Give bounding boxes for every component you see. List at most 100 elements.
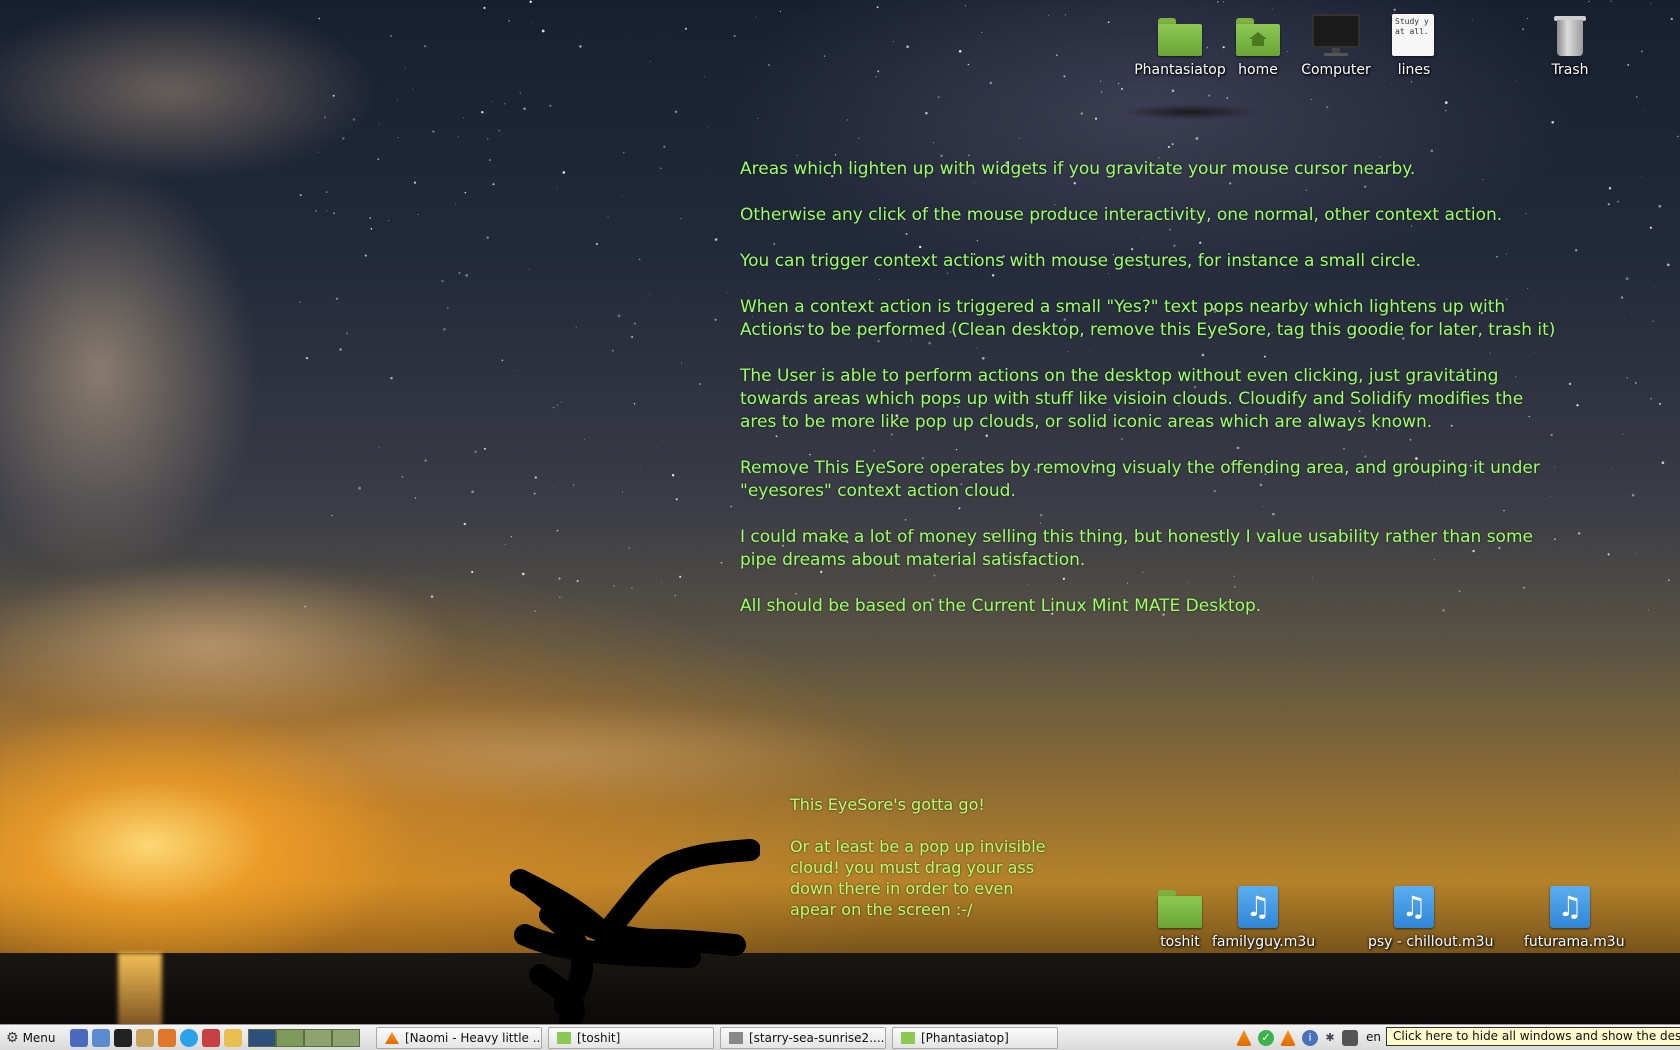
star <box>823 55 826 57</box>
star <box>443 327 446 331</box>
star <box>1658 204 1662 208</box>
star <box>560 401 563 403</box>
star <box>703 76 705 78</box>
menu-label: Menu <box>22 1031 56 1045</box>
launcher-firefox-icon[interactable] <box>158 1029 176 1047</box>
star <box>358 486 361 490</box>
desktop-notes: Areas which lighten up with widgets if y… <box>740 158 1560 641</box>
star <box>483 447 486 450</box>
star <box>1515 79 1517 81</box>
star <box>981 31 983 33</box>
star <box>1661 461 1665 465</box>
star <box>757 118 759 120</box>
shield-icon[interactable]: i <box>1302 1030 1318 1046</box>
star <box>967 63 970 66</box>
taskbar-window-phantasiatop[interactable]: [Phantasiatop] <box>892 1027 1058 1049</box>
launcher-skype-icon[interactable] <box>180 1029 198 1047</box>
network-icon[interactable] <box>1342 1030 1358 1046</box>
star <box>558 577 561 580</box>
star <box>661 581 662 583</box>
star <box>369 217 371 219</box>
star <box>613 585 615 587</box>
taskbar-window-vlc[interactable]: [Naomi - Heavy little ... <box>376 1027 542 1049</box>
star <box>1577 532 1581 535</box>
star <box>504 544 506 546</box>
star <box>1080 112 1084 115</box>
star <box>390 35 392 37</box>
star <box>1310 98 1312 100</box>
desktop-icon-lines[interactable]: Study y at all. lines <box>1368 14 1460 78</box>
star <box>583 438 585 440</box>
star <box>858 137 860 140</box>
star <box>326 210 328 212</box>
star <box>628 547 631 550</box>
workspace-4[interactable] <box>332 1029 360 1047</box>
desktop-icon-label: psy - chillout.m3u <box>1368 934 1494 950</box>
star <box>1610 468 1612 470</box>
star <box>447 307 449 309</box>
star <box>575 326 577 328</box>
keyboard-layout-indicator[interactable]: en <box>1366 1030 1381 1044</box>
star <box>1625 277 1629 281</box>
launcher-browser-icon[interactable] <box>92 1029 110 1047</box>
star <box>519 92 521 94</box>
star <box>726 292 728 294</box>
star <box>622 491 623 493</box>
star <box>680 362 682 364</box>
desktop-icon-futurama[interactable]: ♫ futurama.m3u <box>1524 886 1625 950</box>
star <box>417 214 419 216</box>
desktop-icon-familyguy[interactable]: ♫ familyguy.m3u <box>1212 886 1315 950</box>
star <box>611 349 614 352</box>
vlc-tray-icon[interactable] <box>1236 1030 1252 1046</box>
launcher-app-icon[interactable] <box>202 1029 220 1047</box>
desktop-icon-trash[interactable]: Trash <box>1524 14 1616 78</box>
vlc-tray-icon[interactable] <box>1280 1030 1296 1046</box>
star <box>733 35 736 38</box>
workspace-3[interactable] <box>304 1029 332 1047</box>
star <box>1649 226 1652 229</box>
star <box>623 151 625 154</box>
launcher-terminal-icon[interactable] <box>114 1029 132 1047</box>
star <box>521 572 525 576</box>
star <box>463 117 465 119</box>
update-check-icon[interactable]: ✓ <box>1258 1030 1274 1046</box>
star <box>559 596 561 598</box>
taskbar-window-toshit[interactable]: [toshit] <box>548 1027 714 1049</box>
star <box>621 195 623 196</box>
star <box>607 216 609 218</box>
star <box>1410 81 1412 83</box>
note-paragraph: You can trigger context actions with mou… <box>740 251 1422 271</box>
launcher-file-manager-icon[interactable] <box>70 1029 88 1047</box>
bluetooth-icon[interactable]: ✱ <box>1322 1030 1338 1046</box>
star <box>1620 296 1624 299</box>
star <box>432 130 435 133</box>
star <box>1167 145 1171 149</box>
star <box>1390 84 1392 86</box>
star <box>523 107 526 111</box>
star <box>663 145 666 148</box>
launcher-folder-icon[interactable] <box>224 1029 242 1047</box>
star <box>1271 8 1273 10</box>
star <box>378 447 380 449</box>
star <box>662 440 664 442</box>
star <box>1574 248 1578 252</box>
folder-icon <box>557 1032 571 1044</box>
launcher-text-editor-icon[interactable] <box>136 1029 154 1047</box>
menu-button[interactable]: ⚙ Menu <box>2 1027 60 1049</box>
star <box>892 41 894 43</box>
star <box>533 492 536 495</box>
star <box>370 227 373 230</box>
star <box>1666 263 1670 267</box>
taskbar-window-image-viewer[interactable]: [starry-sea-sunrise2.... <box>720 1027 886 1049</box>
star <box>458 272 461 274</box>
workspace-1[interactable] <box>248 1029 276 1047</box>
star <box>875 76 877 78</box>
star <box>299 194 302 197</box>
star <box>940 154 943 157</box>
star <box>755 16 757 18</box>
workspace-2[interactable] <box>276 1029 304 1047</box>
star <box>1094 117 1098 120</box>
desktop-icon-psy-chillout[interactable]: ♫ psy - chillout.m3u <box>1368 886 1494 950</box>
note-paragraph: Otherwise any click of the mouse produce… <box>740 205 1503 225</box>
wallpaper-cloud <box>0 0 380 180</box>
